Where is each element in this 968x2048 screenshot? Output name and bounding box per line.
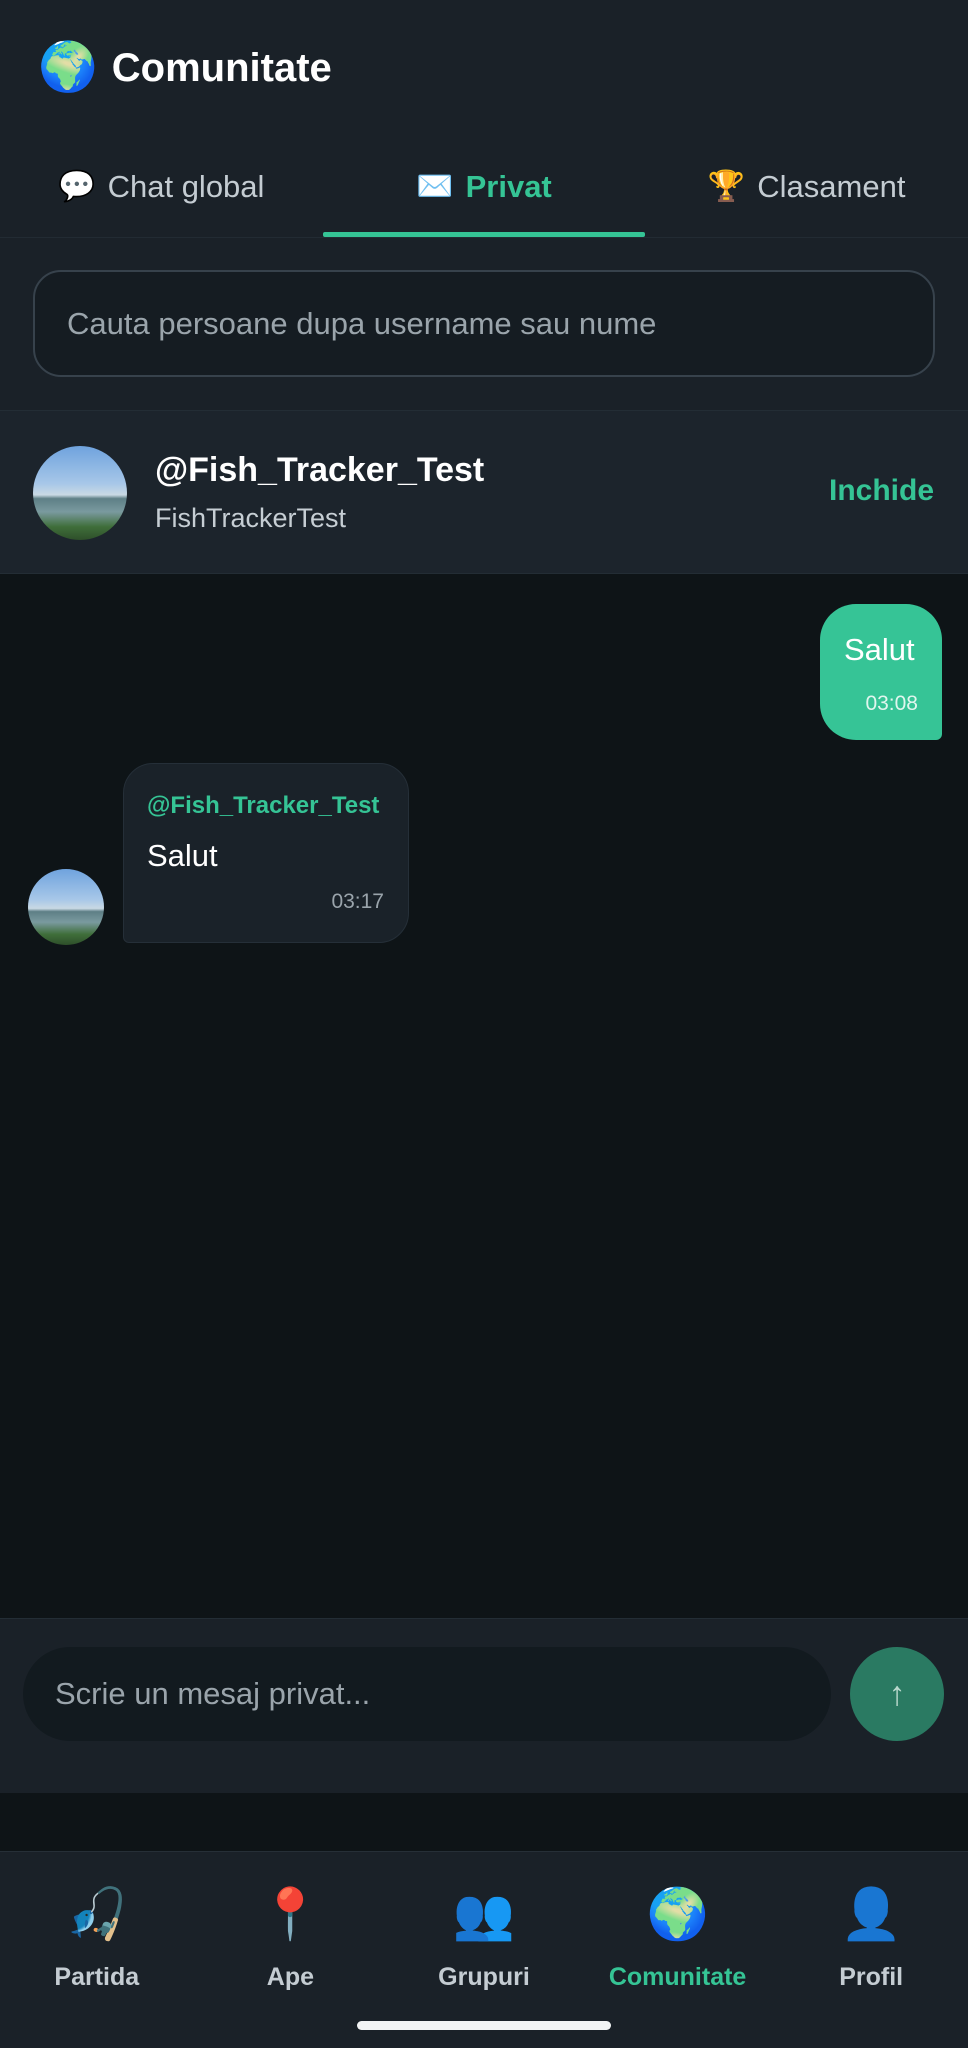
arrow-up-icon: ↑ [888,1674,906,1713]
message-text: Salut [147,838,218,873]
envelope-icon: ✉️ [416,170,454,203]
nav-item-profil[interactable]: 👤 Profil [774,1852,968,2048]
nav-label: Grupuri [438,1963,530,1991]
message-composer: ↑ [0,1618,968,1793]
search-section [0,238,968,410]
tab-label: Privat [465,168,552,204]
nav-item-partida[interactable]: 🎣 Partida [0,1852,194,2048]
fishing-rod-icon: 🎣 [65,1886,128,1942]
nav-label: Comunitate [608,1963,747,1991]
tab-bar: 💬 Chat global ✉️ Privat 🏆 Clasament [0,136,968,238]
trophy-icon: 🏆 [707,170,746,203]
pin-icon: 📍 [259,1886,322,1942]
tab-privat[interactable]: ✉️ Privat [322,136,646,237]
search-input[interactable] [33,270,935,377]
nav-label: Ape [266,1963,314,1991]
app-header: 🌍 Comunitate [0,0,968,136]
message-incoming: @Fish_Tracker_Test Salut 03:17 [123,763,409,943]
message-outgoing: Salut 03:08 [820,604,942,740]
chat-header: @Fish_Tracker_Test FishTrackerTest Inchi… [0,410,968,574]
sender-avatar[interactable] [28,869,104,945]
content-spacer [0,1793,968,1851]
nav-item-comunitate[interactable]: 🌍 Comunitate [581,1852,775,2048]
page-title: Comunitate [111,45,332,90]
speech-bubble-icon: 💬 [58,170,96,203]
tab-chat-global[interactable]: 💬 Chat global [0,136,323,237]
nav-item-ape[interactable]: 📍 Ape [194,1852,388,2048]
message-time: 03:17 [331,890,384,913]
bottom-navigation: 🎣 Partida 📍 Ape 👥 Grupuri 🌍 Comunitate 👤… [0,1851,968,2048]
message-list[interactable]: Salut 03:08 @Fish_Tracker_Test Salut 03:… [0,574,968,1618]
nav-label: Profil [839,1963,904,1991]
user-icon: 👤 [840,1886,903,1942]
message-sender: @Fish_Tracker_Test [147,792,380,819]
nav-item-grupuri[interactable]: 👥 Grupuri [387,1852,581,2048]
send-button[interactable]: ↑ [850,1647,944,1741]
chat-user-handle: @Fish_Tracker_Test [155,451,485,489]
message-input[interactable] [23,1647,831,1741]
tab-label: Clasament [757,168,906,204]
close-chat-button[interactable]: Inchide [829,474,934,508]
people-icon: 👥 [452,1886,516,1942]
tab-label: Chat global [107,168,265,204]
avatar [33,446,127,540]
message-time: 03:08 [865,692,918,715]
globe-icon: 🌍 [646,1886,709,1942]
globe-icon: 🌍 [38,41,98,94]
app-root: 🌍 Comunitate 💬 Chat global ✉️ Privat 🏆 C… [0,0,968,2048]
nav-label: Partida [54,1963,140,1991]
chat-user-name: FishTrackerTest [155,503,347,533]
home-indicator[interactable] [357,2021,611,2030]
message-text: Salut [844,632,915,667]
tab-clasament[interactable]: 🏆 Clasament [645,136,968,237]
